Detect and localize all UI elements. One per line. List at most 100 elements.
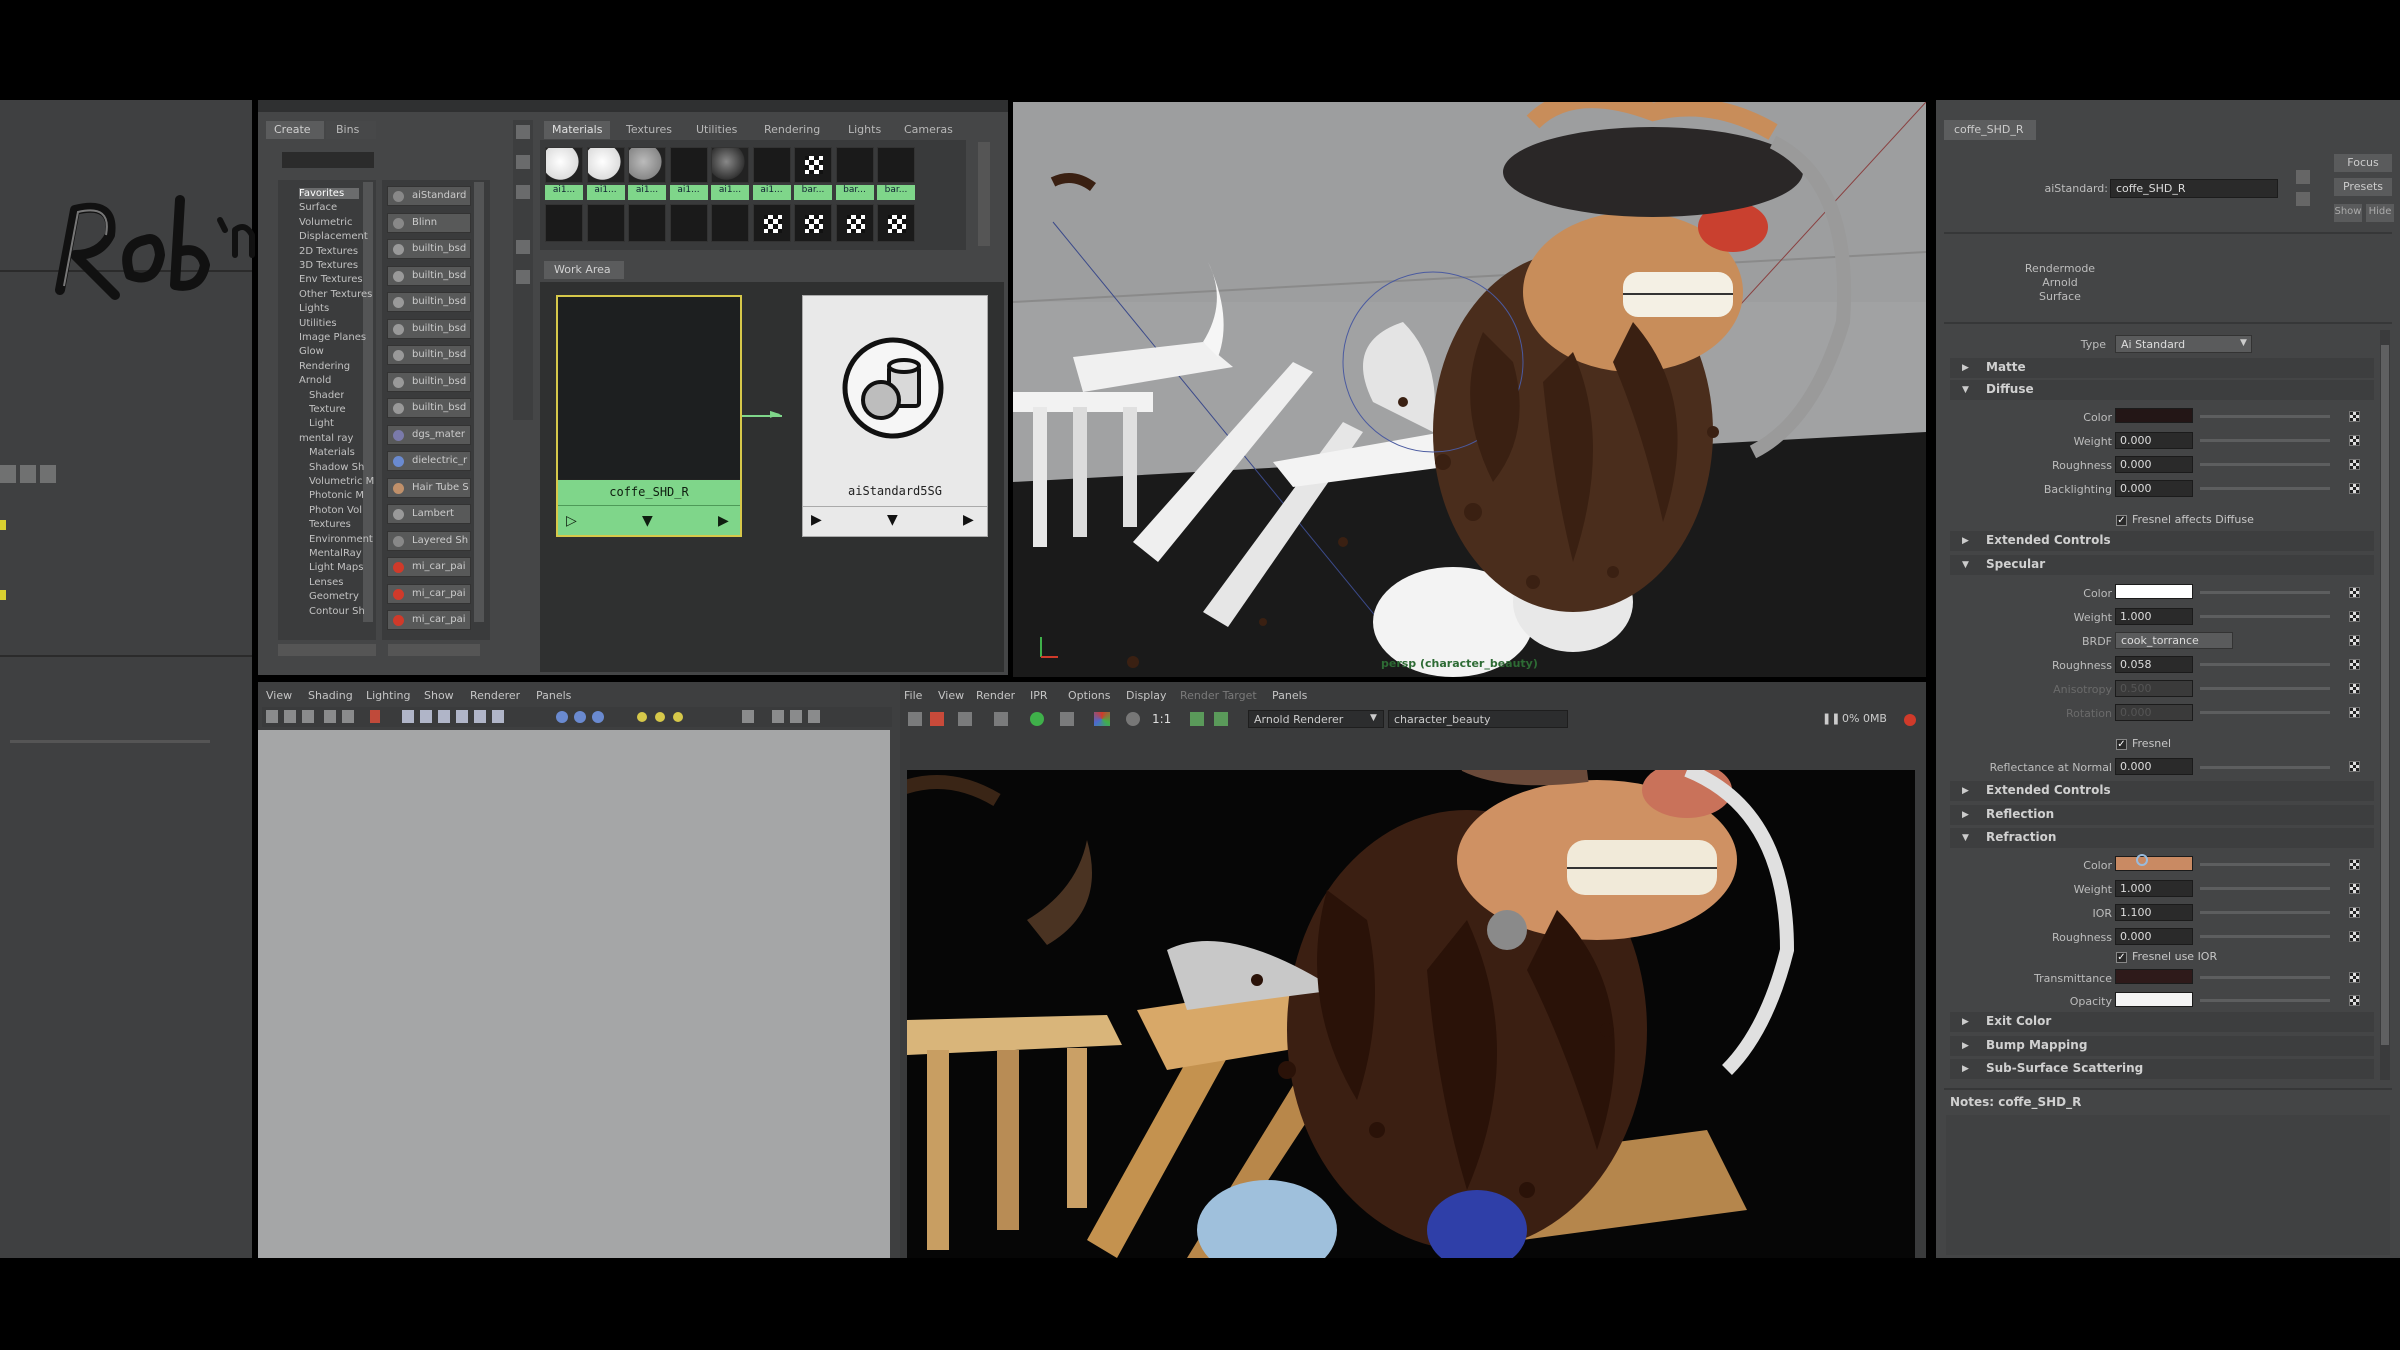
library-item[interactable]: Blinn bbox=[387, 212, 471, 233]
ipr-icon[interactable] bbox=[994, 712, 1008, 726]
ae-hide-button[interactable]: Hide bbox=[2366, 204, 2394, 222]
library-bottom-scroll[interactable] bbox=[388, 644, 480, 656]
ratio-button[interactable]: 1:1 bbox=[1152, 712, 1171, 726]
library-item[interactable]: builtin_bsd bbox=[387, 371, 471, 392]
shader-node-expand[interactable]: ▼ bbox=[642, 513, 653, 529]
section-bump-mapping[interactable]: ▶ Bump Mapping bbox=[1950, 1036, 2374, 1056]
hypershade-tool-icon[interactable] bbox=[516, 185, 530, 199]
material-swatch[interactable] bbox=[669, 204, 708, 242]
ior-field[interactable]: 1.100 bbox=[2115, 904, 2193, 921]
menu-shading[interactable]: Shading bbox=[308, 689, 353, 702]
section-exit-color[interactable]: ▶ Exit Color bbox=[1950, 1012, 2374, 1032]
map-button-icon[interactable] bbox=[2349, 707, 2360, 718]
attribute-slider[interactable] bbox=[2200, 591, 2330, 594]
ae-show-button[interactable]: Show bbox=[2334, 204, 2362, 222]
attribute-slider[interactable] bbox=[2200, 863, 2330, 866]
tree-item[interactable]: Shadow Sh bbox=[309, 462, 364, 473]
material-swatch[interactable] bbox=[628, 147, 666, 183]
ae-shader-name-field[interactable]: coffe_SHD_R bbox=[2110, 179, 2278, 198]
menu-show[interactable]: Show bbox=[424, 689, 454, 702]
attribute-slider[interactable] bbox=[2200, 415, 2330, 418]
tree-item[interactable]: mental ray bbox=[299, 433, 353, 444]
create-search-field[interactable] bbox=[282, 152, 374, 168]
weight-field[interactable]: 0.000 bbox=[2115, 432, 2193, 449]
tree-item[interactable]: Texture bbox=[309, 404, 346, 415]
map-button-icon[interactable] bbox=[2349, 483, 2360, 494]
library-item[interactable]: aiStandard bbox=[387, 186, 471, 206]
menu-view[interactable]: View bbox=[266, 689, 292, 702]
tab-lights[interactable]: Lights bbox=[840, 121, 889, 139]
render-region-icon[interactable] bbox=[958, 712, 972, 726]
menu-view[interactable]: View bbox=[938, 689, 964, 702]
perspective-viewport[interactable]: persp (character_beauty) bbox=[1013, 102, 1926, 677]
attribute-slider[interactable] bbox=[2200, 887, 2330, 890]
fresnel-affects-diffuse-checkbox[interactable]: ✓ Fresnel affects Diffuse bbox=[2116, 513, 2254, 526]
camera-select[interactable]: character_beauty bbox=[1388, 710, 1568, 728]
left-panel-icon-c[interactable] bbox=[40, 465, 56, 483]
anisotropy-field[interactable]: 0.500 bbox=[2115, 680, 2193, 697]
library-scrollbar[interactable] bbox=[474, 182, 484, 622]
tree-item[interactable]: Photon Vol bbox=[309, 505, 362, 516]
library-item[interactable]: builtin_bsd bbox=[387, 292, 471, 312]
pause-icon[interactable]: ❚❚ bbox=[1822, 712, 1840, 725]
library-item[interactable]: mi_car_pai bbox=[387, 557, 471, 577]
roughness-field[interactable]: 0.058 bbox=[2115, 656, 2193, 673]
keep-image-icon[interactable] bbox=[1190, 712, 1204, 726]
color-swatch[interactable] bbox=[2115, 408, 2193, 423]
attribute-slider[interactable] bbox=[2200, 663, 2330, 666]
library-item[interactable]: builtin_bsd bbox=[387, 345, 471, 365]
opacity-slider[interactable] bbox=[2200, 999, 2330, 1002]
attribute-slider[interactable] bbox=[2200, 615, 2330, 618]
ae-type-select[interactable]: Ai Standard bbox=[2115, 335, 2252, 353]
library-item[interactable]: builtin_bsd bbox=[387, 318, 471, 339]
material-swatch[interactable] bbox=[669, 147, 708, 183]
opacity-swatch[interactable] bbox=[2115, 992, 2193, 1007]
map-button-icon[interactable] bbox=[2349, 587, 2360, 598]
map-button-icon[interactable] bbox=[2349, 972, 2360, 983]
alpha-channel-icon[interactable] bbox=[1126, 712, 1140, 726]
tree-item[interactable]: Displacement bbox=[299, 231, 368, 242]
attribute-slider[interactable] bbox=[2200, 711, 2330, 714]
material-swatch[interactable] bbox=[545, 204, 583, 242]
menu-panels[interactable]: Panels bbox=[1272, 689, 1307, 702]
material-swatch[interactable] bbox=[586, 204, 625, 242]
tree-item[interactable]: Photonic M bbox=[309, 490, 364, 501]
hypershade-tool-icon[interactable] bbox=[516, 240, 530, 254]
attribute-slider[interactable] bbox=[2200, 935, 2330, 938]
library-item[interactable]: builtin_bsd bbox=[387, 398, 471, 418]
map-button-icon[interactable] bbox=[2349, 683, 2360, 694]
left-panel-icon-a[interactable] bbox=[0, 465, 16, 483]
ae-shader-output-icon[interactable] bbox=[2296, 192, 2310, 206]
map-button-icon[interactable] bbox=[2349, 859, 2360, 870]
library-item[interactable]: Lambert bbox=[387, 504, 471, 524]
roughness-field[interactable]: 0.000 bbox=[2115, 456, 2193, 473]
section-extended-controls-2[interactable]: ▶ Extended Controls bbox=[1950, 781, 2374, 801]
attribute-slider[interactable] bbox=[2200, 911, 2330, 914]
weight-field[interactable]: 1.000 bbox=[2115, 880, 2193, 897]
tree-item[interactable]: Light Maps bbox=[309, 562, 363, 573]
map-button-icon[interactable] bbox=[2349, 459, 2360, 470]
map-button-icon[interactable] bbox=[2349, 995, 2360, 1006]
refresh-icon[interactable] bbox=[1030, 712, 1044, 726]
hypershade-tool-icon[interactable] bbox=[516, 270, 530, 284]
menu-file[interactable]: File bbox=[904, 689, 922, 702]
tree-item[interactable]: Glow bbox=[299, 346, 324, 357]
weight-field[interactable]: 1.000 bbox=[2115, 608, 2193, 625]
material-swatch[interactable] bbox=[835, 204, 874, 242]
material-swatch[interactable] bbox=[711, 204, 749, 242]
shading-group-input-port[interactable]: ▶ bbox=[811, 512, 822, 528]
map-button-icon[interactable] bbox=[2349, 635, 2360, 646]
tree-item[interactable]: 3D Textures bbox=[299, 260, 358, 271]
menu-render[interactable]: Render bbox=[976, 689, 1015, 702]
backlighting-field[interactable]: 0.000 bbox=[2115, 480, 2193, 497]
tree-item[interactable]: Arnold bbox=[299, 375, 331, 386]
create-tree-scrollbar[interactable] bbox=[363, 182, 373, 622]
section-matte[interactable]: ▶ Matte bbox=[1950, 358, 2374, 378]
library-item[interactable]: dgs_mater bbox=[387, 424, 471, 445]
left-panel-icon-b[interactable] bbox=[20, 465, 36, 483]
tree-item[interactable]: MentalRay bbox=[309, 548, 362, 559]
menu-options[interactable]: Options bbox=[1068, 689, 1110, 702]
attribute-slider[interactable] bbox=[2200, 463, 2330, 466]
reflectance-at-normal-slider[interactable] bbox=[2200, 766, 2330, 769]
ae-focus-button[interactable]: Focus bbox=[2334, 154, 2392, 172]
